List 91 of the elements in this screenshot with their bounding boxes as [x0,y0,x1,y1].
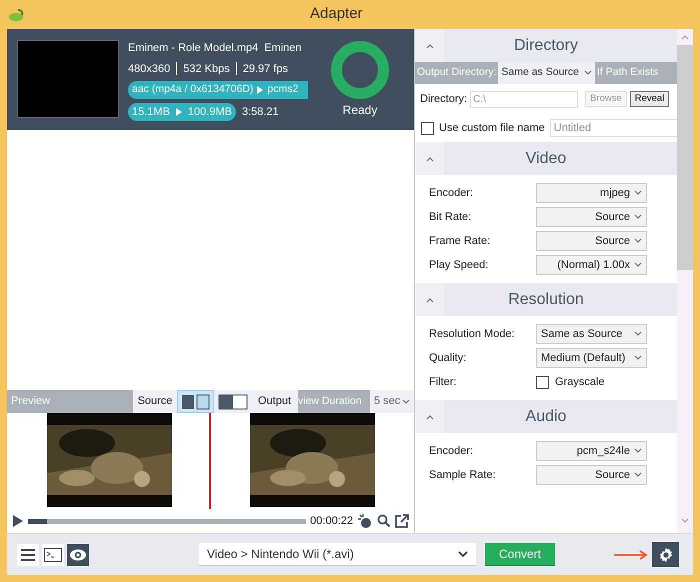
separator [176,62,178,76]
setting-label: Filter: [429,374,458,390]
gear-icon [658,546,674,562]
codec-text: pcms2 [267,82,298,98]
preset-dropdown[interactable]: Video > Nintendo Wii (*.avi) [199,543,476,566]
setting-dropdown[interactable]: Source [536,231,647,251]
sparkle-icon[interactable] [357,513,373,529]
progress-ring-icon [331,41,389,99]
size-text: 100.9MB [188,104,232,120]
terminal-icon [44,548,62,562]
section-header[interactable]: Audio [415,400,677,433]
chevron-down-icon [634,238,642,244]
setting-dropdown[interactable]: Medium (Default) [536,348,647,368]
chevron-down-icon [634,355,642,361]
output-label: Output [251,390,298,413]
file-name-field[interactable]: Untitled [550,119,677,137]
external-link-icon[interactable] [395,514,409,528]
setting-label: Frame Rate: [429,234,492,249]
path-exists-label: If Path Exists [595,62,677,84]
size-text: 15.1MB [132,104,170,120]
view-mode-button[interactable] [214,390,251,413]
time-text: 00:00:22 [310,514,353,529]
chevron-up-icon[interactable] [426,296,434,302]
search-icon[interactable] [377,514,391,528]
preview-toggle-button[interactable] [67,544,89,566]
chevron-down-icon [634,262,642,268]
chevron-down-icon [634,331,642,337]
arrow-icon [257,86,264,94]
setting-dropdown[interactable]: Source [536,465,647,485]
settings-button[interactable] [652,542,679,567]
preview-duration-label: view Duration [298,390,370,413]
checkbox-label: Grayscale [555,374,605,390]
menu-button[interactable] [17,544,39,566]
setting-label: Sample Rate: [429,468,497,483]
arrow-icon [613,550,649,560]
chevron-up-icon[interactable] [426,156,434,162]
reveal-button[interactable]: Reveal [630,91,670,107]
output-directory-dropdown[interactable]: Same as Source [498,62,595,84]
chevron-down-icon [458,550,468,558]
setting-dropdown[interactable]: Same as Source [536,324,647,344]
media-stat: 29.97 fps [242,62,288,76]
duration-text: 3:58.21 [242,104,279,120]
checkbox[interactable] [536,376,549,388]
setting-label: Quality: [429,350,468,366]
scrollbar[interactable] [677,29,693,533]
setting-label: Play Speed: [429,258,490,273]
scroll-down-icon[interactable] [680,517,690,525]
separator [236,62,237,76]
chevron-down-icon [584,70,592,76]
arrow-icon [176,108,182,116]
chevron-up-icon[interactable] [426,414,434,420]
app-logo-icon [8,8,24,22]
checkbox-label: Use custom file name [439,120,545,136]
output-directory-label: Output Directory: [415,62,498,84]
file-title: Eminen [264,41,302,56]
chevron-down-icon [634,214,642,220]
chevron-down-icon [634,190,642,196]
media-stat: 532 Kbps [183,62,230,76]
setting-label: Resolution Mode: [429,326,516,342]
setting-label: Encoder: [429,186,474,201]
window-title: Adapter [310,4,363,24]
setting-label: Encoder: [429,444,474,459]
scroll-up-icon[interactable] [680,33,690,41]
duration-dropdown[interactable]: 5 sec [370,390,414,413]
chevron-up-icon[interactable] [426,42,434,48]
chevron-down-icon [634,448,642,454]
directory-label: Directory: [420,92,468,107]
play-icon[interactable] [12,514,24,528]
setting-dropdown[interactable]: pcm_s24le [536,441,647,461]
codec-text: aac (mp4a / 0x6134706D) [132,82,254,98]
media-stat: 480x360 [128,62,170,76]
chevron-down-icon [402,398,410,404]
chevron-down-icon [634,472,642,478]
setting-dropdown[interactable]: mjpeg [536,183,647,203]
section-header[interactable]: Resolution [415,283,677,316]
status-text: Ready [342,102,378,119]
source-label: Source [133,390,177,413]
scrollbar-thumb[interactable] [677,45,693,270]
section-header[interactable]: Video [415,142,677,175]
section-header[interactable]: Directory [415,29,677,62]
setting-label: Bit Rate: [429,210,472,225]
setting-dropdown[interactable]: Source [536,207,647,227]
file-name: Eminem - Role Model.mp4 [128,41,258,56]
eye-icon [69,548,87,560]
setting-dropdown[interactable]: (Normal) 1.00x [536,255,647,275]
menu-icon [21,548,35,560]
checkbox[interactable] [421,122,434,134]
console-button[interactable] [42,544,64,566]
seek-bar[interactable] [28,518,306,524]
preview-label: Preview [7,390,133,413]
view-mode-button[interactable] [177,390,214,413]
